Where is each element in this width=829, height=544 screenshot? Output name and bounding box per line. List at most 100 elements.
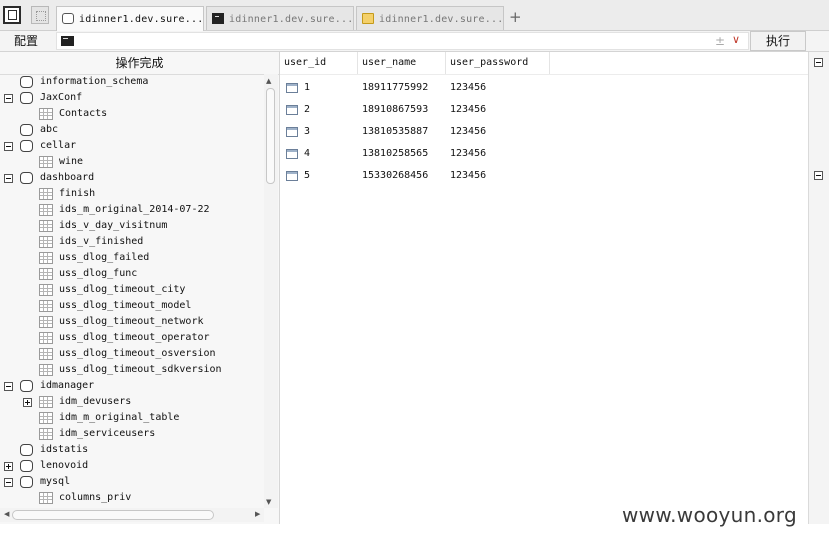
column-header-user-name[interactable]: user_name: [358, 52, 446, 74]
table-row[interactable]: 2 18910867593 123456: [280, 99, 808, 121]
table-cell-user-id[interactable]: 2: [304, 99, 310, 121]
table-row[interactable]: 4 13810258565 123456: [280, 143, 808, 165]
tab-database[interactable]: idinner1.dev.sure...: [56, 6, 204, 31]
tree-node-table[interactable]: uss_dlog_timeout_network: [0, 314, 264, 330]
table-cell-user-name[interactable]: 13810535887: [362, 121, 428, 143]
scroll-right-icon[interactable]: ▶: [255, 510, 260, 518]
tree-node-database[interactable]: idmanager: [0, 378, 264, 394]
tree-node-database[interactable]: mysql: [0, 474, 264, 490]
collapse-icon[interactable]: [4, 94, 13, 103]
tree-node-label: idm_serviceusers: [59, 428, 156, 439]
tab-strip: idinner1.dev.sure... idinner1.dev.sure..…: [0, 0, 829, 31]
tree-node-label: idstatis: [40, 444, 89, 455]
tree-node-table[interactable]: uss_dlog_timeout_sdkversion: [0, 362, 264, 378]
scroll-up-icon[interactable]: ▲: [266, 77, 271, 85]
config-button[interactable]: 配置: [3, 32, 49, 50]
tab-label: idinner1.dev.sure...: [229, 14, 354, 25]
new-tab-button[interactable]: +: [509, 8, 522, 26]
scrollbar-thumb[interactable]: [266, 88, 275, 184]
tree-node-table[interactable]: Contacts: [0, 106, 264, 122]
table-row[interactable]: 1 18911775992 123456: [280, 77, 808, 99]
tree-node-label: ids_v_day_visitnum: [59, 220, 168, 231]
tree-node-table[interactable]: wine: [0, 154, 264, 170]
tree-node-label: uss_dlog_timeout_osversion: [59, 348, 216, 359]
tree-node-table[interactable]: ids_v_finished: [0, 234, 264, 250]
tree-node-label: lenovoid: [40, 460, 89, 471]
collapse-icon[interactable]: [4, 142, 13, 151]
tree-node-table[interactable]: ids_v_day_visitnum: [0, 218, 264, 234]
tree-horizontal-scrollbar[interactable]: ◀ ▶: [0, 508, 264, 522]
database-icon: [20, 444, 33, 456]
scrollbar-thumb[interactable]: [12, 510, 214, 520]
collapse-icon[interactable]: [814, 171, 823, 180]
column-header-user-password[interactable]: user_password: [446, 52, 550, 74]
tree-node-label: idm_devusers: [59, 396, 132, 407]
plus-minus-icon[interactable]: ±: [715, 34, 725, 48]
tree-node-label: abc: [40, 124, 59, 135]
chevron-down-icon[interactable]: ∨: [732, 33, 740, 46]
tab-label: idinner1.dev.sure...: [379, 14, 504, 25]
tab-terminal[interactable]: idinner1.dev.sure...: [206, 6, 354, 30]
tree-node-label: idmanager: [40, 380, 95, 391]
tree-node-table[interactable]: uss_dlog_timeout_operator: [0, 330, 264, 346]
tree-node-database[interactable]: abc: [0, 122, 264, 138]
database-icon: [20, 172, 33, 184]
scroll-down-icon[interactable]: ▼: [266, 498, 271, 506]
collapse-icon[interactable]: [4, 478, 13, 487]
grid-view-button[interactable]: [31, 6, 49, 24]
expand-icon[interactable]: [4, 462, 13, 471]
tree-node-table[interactable]: columns_priv: [0, 490, 264, 506]
tree-node-table[interactable]: uss_dlog_timeout_model: [0, 298, 264, 314]
table-cell-user-password[interactable]: 123456: [450, 77, 486, 99]
table-cell-user-name[interactable]: 13810258565: [362, 143, 428, 165]
command-input[interactable]: [81, 33, 705, 51]
watermark-text: www.wooyun.org: [622, 503, 797, 527]
column-header-user-id[interactable]: user_id: [280, 52, 358, 74]
table-cell-user-password[interactable]: 123456: [450, 143, 486, 165]
tree-node-table[interactable]: uss_dlog_failed: [0, 250, 264, 266]
tree-node-label: uss_dlog_timeout_sdkversion: [59, 364, 222, 375]
table-cell-user-password[interactable]: 123456: [450, 121, 486, 143]
table-cell-user-id[interactable]: 4: [304, 143, 310, 165]
table-cell-user-name[interactable]: 15330268456: [362, 165, 428, 187]
tree-node-table[interactable]: uss_dlog_timeout_osversion: [0, 346, 264, 362]
tree-vertical-scrollbar[interactable]: ▲ ▼: [264, 74, 278, 508]
execute-button[interactable]: 执行: [750, 31, 806, 51]
tab-folder[interactable]: idinner1.dev.sure...: [356, 6, 504, 30]
row-icon: [286, 83, 298, 93]
tree-node-table[interactable]: idm_m_original_table: [0, 410, 264, 426]
tree-node-table[interactable]: ids_m_original_2014-07-22: [0, 202, 264, 218]
table-row[interactable]: 5 15330268456 123456: [280, 165, 808, 187]
table-row[interactable]: 3 13810535887 123456: [280, 121, 808, 143]
tree-node-database[interactable]: idstatis: [0, 442, 264, 458]
tree-node-database[interactable]: information_schema: [0, 74, 264, 90]
table-cell-user-name[interactable]: 18911775992: [362, 77, 428, 99]
table-icon: [39, 316, 53, 328]
database-icon: [20, 380, 33, 392]
scroll-left-icon[interactable]: ◀: [4, 510, 9, 518]
table-cell-user-password[interactable]: 123456: [450, 165, 486, 187]
toggle-panel-button[interactable]: [3, 6, 21, 24]
database-icon: [20, 76, 33, 88]
tree-node-label: uss_dlog_timeout_operator: [59, 332, 210, 343]
table-cell-user-id[interactable]: 3: [304, 121, 310, 143]
tree-node-database[interactable]: lenovoid: [0, 458, 264, 474]
tree-node-database[interactable]: JaxConf: [0, 90, 264, 106]
collapse-icon[interactable]: [4, 174, 13, 183]
table-icon: [39, 284, 53, 296]
tree-node-database[interactable]: dashboard: [0, 170, 264, 186]
table-cell-user-password[interactable]: 123456: [450, 99, 486, 121]
table-cell-user-id[interactable]: 5: [304, 165, 310, 187]
tree-node-table[interactable]: idm_serviceusers: [0, 426, 264, 442]
table-cell-user-id[interactable]: 1: [304, 77, 310, 99]
table-cell-user-name[interactable]: 18910867593: [362, 99, 428, 121]
tree-node-database[interactable]: cellar: [0, 138, 264, 154]
tree-node-table[interactable]: uss_dlog_func: [0, 266, 264, 282]
tree-node-table[interactable]: uss_dlog_timeout_city: [0, 282, 264, 298]
expand-icon[interactable]: [23, 398, 32, 407]
collapse-icon[interactable]: [814, 58, 823, 67]
tree-node-table[interactable]: finish: [0, 186, 264, 202]
row-icon: [286, 171, 298, 181]
collapse-icon[interactable]: [4, 382, 13, 391]
tree-node-table[interactable]: idm_devusers: [0, 394, 264, 410]
